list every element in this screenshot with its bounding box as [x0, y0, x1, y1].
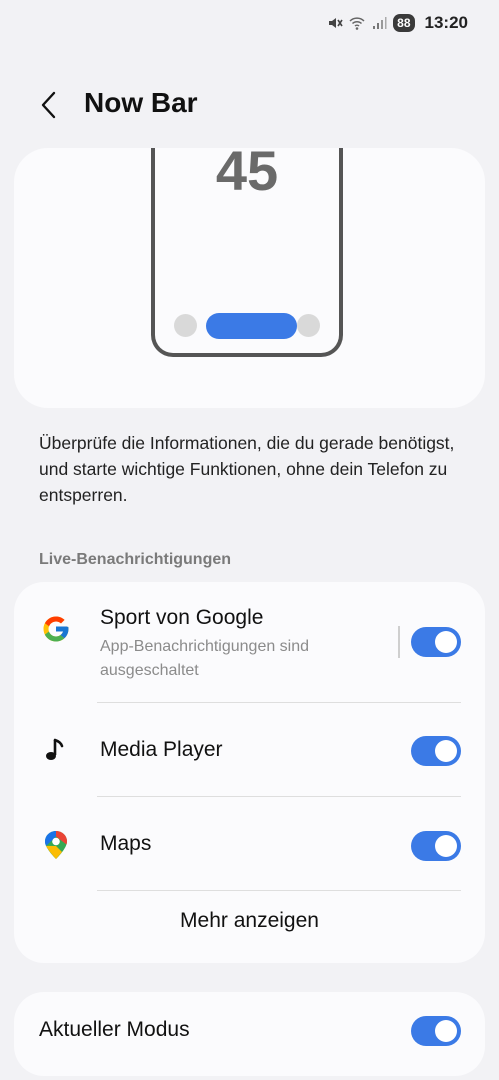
divider [97, 890, 461, 891]
now-bar-pill [206, 313, 297, 339]
toggle-current-mode[interactable] [411, 1016, 461, 1046]
signal-icon [371, 15, 387, 31]
phone-dot-right [297, 314, 320, 337]
current-mode-label: Aktueller Modus [39, 1018, 190, 1041]
wifi-icon [349, 15, 365, 31]
phone-dot-left [174, 314, 197, 337]
section-label-live-notifications: Live-Benachrichtigungen [39, 551, 232, 568]
battery-indicator: 88 [393, 14, 415, 32]
phone-illustration: 45 [151, 148, 343, 357]
toggle-knob [435, 1020, 457, 1042]
status-bar: 88 13:20 [0, 0, 499, 48]
toggle-knob [435, 740, 457, 762]
music-note-icon [41, 735, 71, 765]
toggle-media-player[interactable] [411, 736, 461, 766]
list-item-subtitle: App-Benachrichtigungen sind ausgeschalte… [100, 638, 310, 679]
maps-icon [41, 830, 71, 860]
back-button[interactable] [32, 88, 66, 122]
list-item-title: Maps [100, 832, 152, 855]
mute-icon [327, 15, 343, 31]
toggle-knob [435, 631, 457, 653]
now-bar-illustration: 45 [14, 148, 485, 408]
toggle-sport-von-google[interactable] [411, 627, 461, 657]
clock: 13:20 [424, 13, 468, 32]
app-header: Now Bar [0, 82, 499, 128]
status-icons: 88 13:20 [327, 13, 468, 33]
list-item-sport-von-google[interactable]: Sport von Google App-Benachrichtigungen … [14, 582, 485, 702]
page-title: Now Bar [84, 87, 198, 118]
current-mode-row[interactable]: Aktueller Modus [14, 992, 485, 1076]
toggle-knob [435, 835, 457, 857]
chevron-left-icon [41, 91, 56, 119]
toggle-maps[interactable] [411, 831, 461, 861]
live-notifications-list: Sport von Google App-Benachrichtigungen … [14, 582, 485, 963]
list-item-maps[interactable]: Maps [14, 797, 485, 890]
show-more-button[interactable]: Mehr anzeigen [14, 909, 485, 933]
list-item-title: Media Player [100, 738, 223, 761]
list-item-media-player[interactable]: Media Player [14, 703, 485, 796]
google-icon [41, 614, 71, 644]
list-item-title: Sport von Google [100, 606, 264, 629]
vertical-separator [398, 626, 400, 658]
phone-lockscreen-number: 45 [215, 148, 279, 202]
feature-description: Überprüfe die Informationen, die du gera… [39, 433, 455, 505]
